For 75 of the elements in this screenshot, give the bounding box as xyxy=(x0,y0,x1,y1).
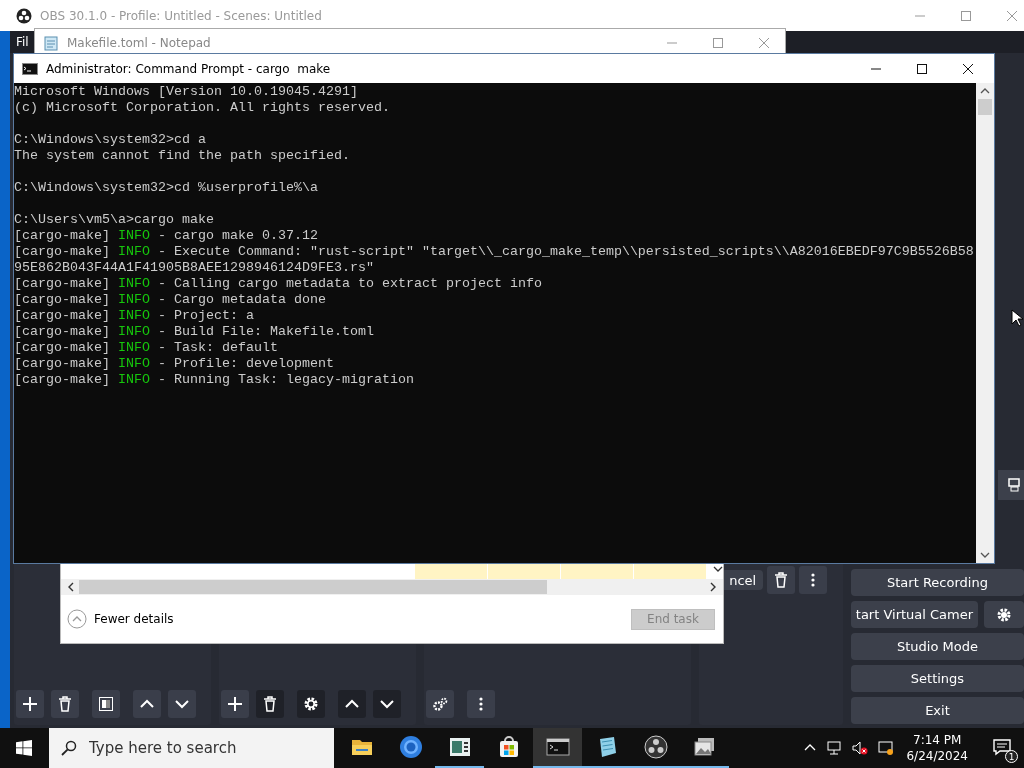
window-title: Makefile.toml - Notepad xyxy=(67,36,211,50)
control-button[interactable]: Start Recording xyxy=(850,569,1024,596)
mouse-cursor-icon xyxy=(1011,309,1023,327)
add-icon[interactable] xyxy=(16,690,44,718)
trash-icon[interactable] xyxy=(51,690,79,718)
control-button[interactable]: tart Virtual Camer xyxy=(850,601,978,628)
add-icon[interactable] xyxy=(221,690,249,718)
windows-start-icon[interactable] xyxy=(16,740,32,756)
terminal-line: [cargo-make] INFO - Build File: Makefile.toml xyxy=(14,324,375,340)
menu-item[interactable]: Fil xyxy=(16,35,29,49)
terminal-line: C:\Windows\system32>cd %userprofile%\a xyxy=(14,180,319,196)
chevron-down-icon[interactable] xyxy=(168,690,196,718)
terminal-line: C:\Windows\system32>cd a xyxy=(14,132,207,148)
more-icon[interactable] xyxy=(798,566,827,594)
clock-date: 6/24/2024 xyxy=(906,748,968,764)
terminal-icon xyxy=(545,735,570,759)
control-button[interactable]: Settings xyxy=(850,665,1024,692)
gear-icon[interactable] xyxy=(984,601,1024,628)
terminal-line: [cargo-make] INFO - cargo make 0.37.12 xyxy=(14,228,319,244)
terminal-icon xyxy=(22,62,38,75)
control-button[interactable]: Studio Mode xyxy=(850,633,1024,660)
notepad-icon xyxy=(43,35,59,51)
chevron-down-icon[interactable] xyxy=(373,690,401,718)
filter-icon[interactable] xyxy=(92,690,120,718)
terminal-line: [cargo-make] INFO - Calling cargo metadata to extract project info xyxy=(14,276,543,292)
window-title: Administrator: Command Prompt - cargo make xyxy=(46,61,331,76)
terminal-line: (c) Microsoft Corporation. All rights reserved. xyxy=(14,100,391,116)
arrow-up-icon[interactable] xyxy=(980,86,990,96)
terminal-line: [cargo-make] INFO - Execute Command: "rust-script" "target\\_cargo_make_temp\\persisted_scripts\\A82016EBEDF97C9B5526B58 xyxy=(14,244,975,260)
window-title: OBS 30.1.0 - Profile: Untitled - Scenes: Untitled xyxy=(40,8,322,23)
terminal-line: [cargo-make] INFO - Running Task: legacy-migration xyxy=(14,372,415,388)
chart-window-icon xyxy=(447,735,472,759)
clock-time: 7:14 PM xyxy=(913,732,962,748)
terminal-line: [cargo-make] INFO - Profile: development xyxy=(14,356,335,372)
maximize-icon[interactable] xyxy=(917,63,927,74)
terminal-line: 95E862B043F44A1F41905B8AEE1298946124D9FE3.rs" xyxy=(14,260,375,276)
arrow-right-icon[interactable] xyxy=(709,582,717,592)
gear-icon[interactable] xyxy=(297,690,325,718)
chevron-up-icon[interactable] xyxy=(133,690,161,718)
close-icon[interactable] xyxy=(963,63,973,74)
arrow-down-icon[interactable] xyxy=(980,550,990,560)
more-icon[interactable] xyxy=(467,690,495,718)
search-field[interactable]: Type here to search xyxy=(49,728,334,768)
horizontal-scrollbar[interactable] xyxy=(61,579,723,595)
scroll-thumb[interactable] xyxy=(79,580,547,594)
chevron-up-circle-icon xyxy=(67,609,87,629)
chevron-down-icon[interactable] xyxy=(713,564,723,574)
window-icon xyxy=(1008,478,1020,492)
notification-badge: 1 xyxy=(1005,750,1018,763)
terminal-line: [cargo-make] INFO - Project: a xyxy=(14,308,255,324)
scroll-thumb[interactable] xyxy=(978,99,992,115)
chevron-up-icon[interactable] xyxy=(338,690,366,718)
terminal-line: [cargo-make] INFO - Cargo metadata done xyxy=(14,292,327,308)
toolbar-button[interactable] xyxy=(998,470,1024,500)
monitor-icon[interactable] xyxy=(878,740,895,756)
obs-logo-icon xyxy=(643,735,668,759)
search-icon xyxy=(61,740,77,756)
trash-icon[interactable] xyxy=(766,566,795,594)
network-icon[interactable] xyxy=(826,740,843,756)
speaker-muted-icon[interactable] xyxy=(852,740,869,756)
terminal-line: [cargo-make] INFO - Task: default xyxy=(14,340,279,356)
taskbar-button[interactable] xyxy=(533,728,582,768)
arrow-left-icon[interactable] xyxy=(67,582,75,592)
terminal-line: The system cannot find the path specified. xyxy=(14,148,351,164)
terminal-line: Microsoft Windows [Version 10.0.19045.4291] xyxy=(14,84,359,100)
dock-button[interactable]: ncel xyxy=(722,570,763,590)
control-button[interactable]: Exit xyxy=(850,697,1024,724)
vertical-scrollbar[interactable] xyxy=(976,83,994,563)
obs-logo-icon xyxy=(16,7,32,24)
fewer-details-toggle[interactable]: Fewer details xyxy=(67,609,174,629)
terminal-line: C:\Users\vm5\a>cargo make xyxy=(14,212,215,228)
globe-icon xyxy=(398,735,423,759)
trash-icon[interactable] xyxy=(256,690,284,718)
photos-icon xyxy=(692,735,717,759)
gears-icon[interactable] xyxy=(426,690,454,718)
